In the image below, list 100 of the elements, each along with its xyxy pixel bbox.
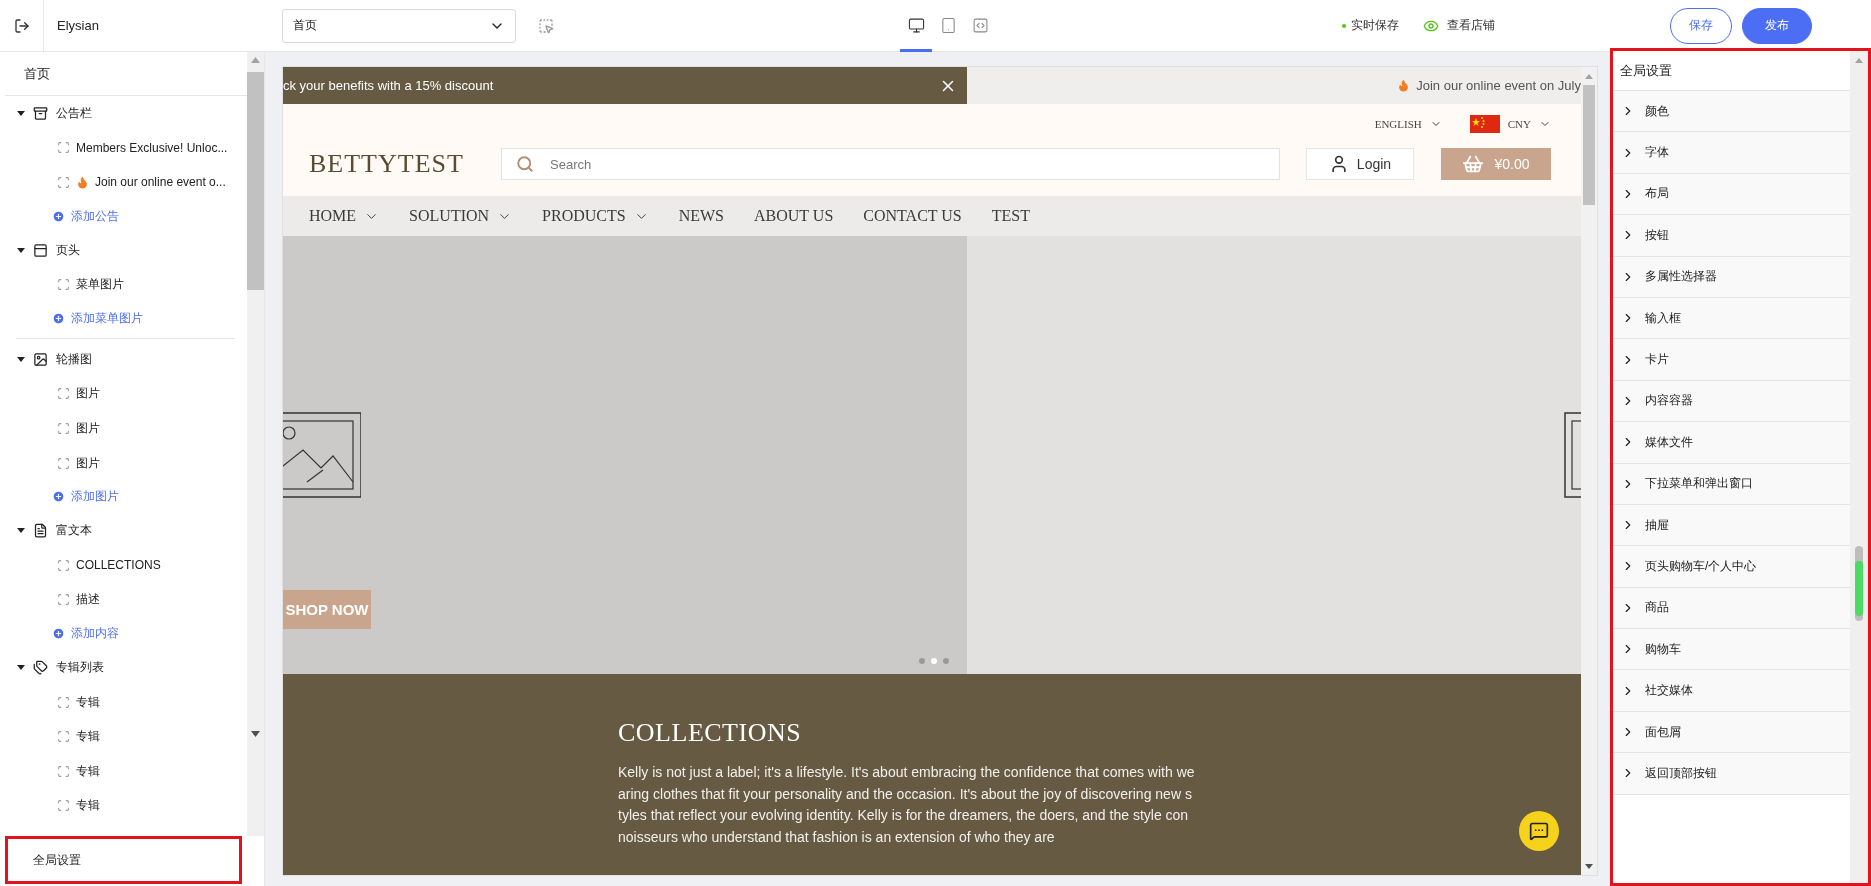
caret-icon[interactable] — [17, 664, 25, 670]
settings-item[interactable]: 媒体文件 — [1613, 422, 1850, 464]
block-label[interactable]: 图片 — [76, 419, 100, 437]
caret-icon[interactable] — [17, 110, 25, 116]
settings-item[interactable]: 输入框 — [1613, 297, 1850, 340]
store-logo[interactable]: BETTYTEST — [309, 149, 479, 179]
block-label[interactable]: 菜单图片 — [76, 276, 124, 294]
autosave-status: 实时保存 — [1342, 17, 1399, 34]
slide-dot[interactable] — [919, 658, 925, 664]
block-icon — [57, 176, 70, 189]
plus-icon — [52, 209, 65, 223]
settings-item[interactable]: 颜色 — [1613, 91, 1850, 133]
chat-icon — [1529, 821, 1549, 841]
add-block-button[interactable]: 添加内容 — [17, 617, 235, 651]
add-block-button[interactable]: 添加图片 — [17, 480, 235, 514]
select-area-button[interactable] — [538, 17, 554, 34]
add-block-button[interactable]: 添加公告 — [17, 199, 235, 233]
app-name: Elysian — [57, 18, 99, 33]
login-button[interactable]: Login — [1306, 148, 1414, 180]
view-store-link[interactable]: 查看店铺 — [1423, 17, 1495, 34]
flame-icon — [1397, 79, 1411, 92]
block-label[interactable]: 专辑 — [76, 797, 100, 815]
block-label[interactable]: 专辑 — [76, 762, 100, 780]
block-icon — [57, 387, 70, 401]
block-icon — [57, 730, 70, 744]
nav-link[interactable]: NEWS — [678, 207, 724, 225]
block-label[interactable]: 专辑 — [76, 728, 100, 746]
nav-link[interactable]: PRODUCTS — [542, 207, 649, 225]
settings-item[interactable]: 社交媒体 — [1613, 670, 1850, 712]
block-icon — [57, 764, 70, 778]
section-label[interactable]: 富文本 — [56, 522, 92, 540]
block-icon — [57, 141, 70, 155]
settings-item[interactable]: 页头购物车/个人中心 — [1613, 546, 1850, 588]
code-icon — [971, 16, 989, 34]
settings-item[interactable]: 内容容器 — [1613, 380, 1850, 423]
settings-item[interactable]: 多属性选择器 — [1613, 256, 1850, 298]
settings-item[interactable]: 下拉菜单和弹出窗口 — [1613, 463, 1850, 505]
section-label[interactable]: 页头 — [56, 241, 80, 259]
currency-picker[interactable]: CNY — [1469, 115, 1551, 133]
block-label[interactable]: 图片 — [76, 385, 100, 403]
settings-item[interactable]: 字体 — [1613, 132, 1850, 174]
publish-button[interactable]: 发布 — [1741, 7, 1812, 44]
nav-link[interactable]: TEST — [991, 207, 1030, 225]
nav-link[interactable]: SOLUTION — [409, 207, 513, 225]
settings-item[interactable]: 返回顶部按钮 — [1613, 753, 1850, 795]
caret-icon[interactable] — [17, 356, 25, 362]
search-input[interactable]: Search — [548, 155, 1265, 173]
block-icon — [57, 456, 70, 470]
flag-icon — [1469, 115, 1500, 133]
basket-icon — [1462, 153, 1485, 175]
slide-dot[interactable] — [931, 658, 937, 664]
nav-link[interactable]: CONTACT US — [863, 207, 962, 225]
block-label[interactable]: 描述 — [76, 591, 100, 609]
collections-title: COLLECTIONS — [618, 718, 803, 748]
caret-icon[interactable] — [17, 528, 25, 534]
tablet-icon — [939, 16, 957, 34]
settings-item[interactable]: 购物车 — [1613, 629, 1850, 671]
section-icon — [33, 105, 48, 121]
block-label[interactable]: 专辑 — [76, 693, 100, 711]
section-icon — [33, 523, 48, 539]
caret-icon[interactable] — [17, 247, 25, 253]
plus-icon — [52, 627, 65, 641]
select-area-icon — [538, 17, 554, 34]
page-select[interactable]: 首页 — [282, 8, 516, 43]
block-label[interactable]: Members Exclusive! Unloc... — [76, 140, 228, 155]
block-label[interactable]: COLLECTIONS — [76, 558, 161, 573]
nav-link[interactable]: ABOUT US — [754, 207, 834, 225]
section-label[interactable]: 专辑列表 — [56, 658, 104, 676]
settings-item[interactable]: 商品 — [1613, 587, 1850, 630]
search-icon — [516, 155, 534, 173]
exit-icon — [13, 17, 30, 34]
section-icon — [33, 659, 48, 675]
section-icon — [33, 351, 48, 367]
nav-link[interactable]: HOME — [309, 207, 380, 225]
global-settings-tab[interactable]: 全局设置 — [5, 836, 242, 884]
language-picker[interactable]: ENGLISH — [1374, 118, 1442, 130]
collections-description: Kelly is not just a label; it's a lifestyle. It's about embracing the confidence that comes with we aring clothes that fit your personality and the occasion. It's about the joy of discovering new s tyles that reflect your evolving identity. Kelly is for the dreamers, the doers, and the style con noisseurs who understand that fashion is an extension of who they are — [618, 763, 1195, 847]
block-icon — [57, 421, 70, 435]
slide-dot[interactable] — [943, 658, 949, 664]
block-label[interactable]: Join our online event o... — [95, 175, 226, 190]
search-bar[interactable]: Search — [501, 148, 1280, 180]
chat-button[interactable] — [1519, 811, 1559, 851]
section-icon — [33, 242, 48, 258]
flame-icon — [76, 176, 89, 189]
block-icon — [57, 695, 70, 709]
settings-item[interactable]: 按钮 — [1613, 215, 1850, 257]
settings-item[interactable]: 卡片 — [1613, 339, 1850, 381]
section-label[interactable]: 公告栏 — [56, 104, 92, 122]
plus-icon — [52, 490, 65, 504]
add-block-button[interactable]: 添加菜单图片 — [17, 301, 235, 335]
section-label[interactable]: 轮播图 — [56, 350, 92, 368]
settings-item[interactable]: 布局 — [1613, 173, 1850, 216]
image-placeholder-icon — [1564, 412, 1581, 498]
save-button[interactable]: 保存 — [1669, 7, 1732, 44]
settings-item[interactable]: 抽屉 — [1613, 504, 1850, 547]
block-icon — [57, 278, 70, 292]
settings-item[interactable]: 面包屑 — [1613, 711, 1850, 754]
monitor-icon — [907, 16, 925, 34]
block-label[interactable]: 图片 — [76, 454, 100, 472]
announcement-text: Join our online event on July — [1416, 78, 1581, 93]
